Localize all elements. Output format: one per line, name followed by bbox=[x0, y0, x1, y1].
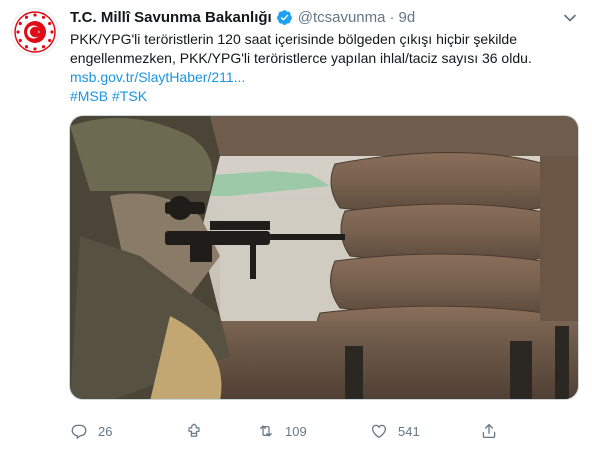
tweet-header: T.C. Millî Savunma Bakanlığı @tcsavunma … bbox=[70, 7, 415, 27]
chevron-down-icon[interactable] bbox=[560, 8, 580, 28]
account-avatar[interactable] bbox=[11, 8, 59, 56]
like-count: 541 bbox=[398, 423, 420, 439]
tweet-hashtags[interactable]: #MSB #TSK bbox=[70, 87, 582, 106]
account-handle[interactable]: @tcsavunma bbox=[298, 9, 386, 26]
tweet-text-line-1: PKK/YPG'li teröristlerin 120 saat içeris… bbox=[70, 31, 517, 47]
retweet-count: 109 bbox=[285, 423, 307, 439]
msb-logo-icon bbox=[14, 11, 56, 53]
photo-soldier-sandbags bbox=[70, 116, 578, 399]
tweet-card[interactable]: T.C. Millî Savunma Bakanlığı @tcsavunma … bbox=[0, 0, 592, 449]
dm-share-icon bbox=[188, 423, 200, 437]
tweet-link[interactable]: msb.gov.tr/SlaytHaber/211... bbox=[70, 68, 582, 87]
account-name[interactable]: T.C. Millî Savunma Bakanlığı bbox=[70, 9, 272, 26]
header-separator: · bbox=[389, 8, 395, 26]
share-action[interactable] bbox=[480, 419, 498, 443]
tweet-timestamp[interactable]: 9d bbox=[398, 9, 415, 26]
retweet-action[interactable]: 109 bbox=[257, 419, 307, 443]
tweet-actions: 26 109 541 bbox=[70, 419, 520, 443]
retweet-icon bbox=[260, 425, 272, 437]
reply-icon bbox=[71, 424, 87, 440]
verified-badge-icon bbox=[276, 9, 292, 25]
reply-count: 26 bbox=[98, 423, 113, 439]
tweet-text-line-2: engellenmezken, PKK/YPG'li teröristlerce… bbox=[70, 50, 532, 66]
tweet-text: PKK/YPG'li teröristlerin 120 saat içeris… bbox=[70, 30, 582, 106]
reply-action[interactable]: 26 bbox=[70, 419, 112, 443]
share-icon bbox=[482, 423, 496, 439]
share-dm-action[interactable] bbox=[185, 419, 203, 443]
heart-icon bbox=[371, 424, 387, 439]
like-action[interactable]: 541 bbox=[370, 419, 420, 443]
tweet-media-photo[interactable] bbox=[69, 115, 579, 400]
